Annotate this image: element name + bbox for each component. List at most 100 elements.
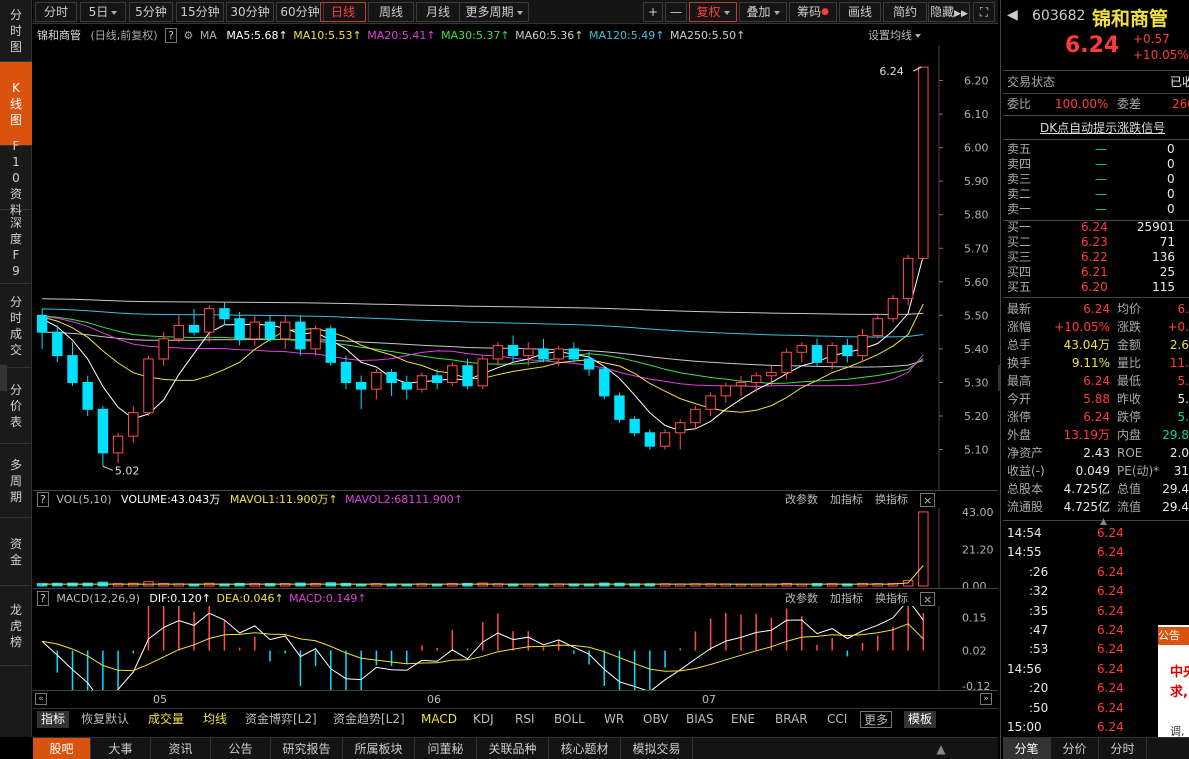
bid-level[interactable]: 买三 6.22 136	[1007, 250, 1187, 265]
sidebar-collapse-handle[interactable]	[0, 365, 7, 391]
candle-body	[219, 308, 230, 320]
period-fenshi[interactable]: 分时	[35, 2, 77, 22]
ind-ene[interactable]: ENE	[731, 711, 755, 728]
scroll-left-icon[interactable]: «	[35, 693, 47, 705]
vol-close-icon[interactable]: ×	[920, 493, 936, 507]
period-5day[interactable]: 5日	[80, 2, 126, 22]
hide-button[interactable]: 隐藏▶▶	[928, 2, 970, 22]
bid-level[interactable]: 买五 6.20 115	[1007, 280, 1187, 295]
tab-f10[interactable]: F10资料	[0, 139, 32, 217]
macd-close-icon[interactable]: ×	[920, 592, 936, 606]
tab-events[interactable]: 大事	[91, 738, 151, 759]
ind-bias[interactable]: BIAS	[686, 711, 714, 728]
simple-mode-button[interactable]: 简约	[883, 2, 927, 22]
y-tick-label: 5.30	[964, 376, 989, 389]
period-monthly[interactable]: 月线	[416, 2, 460, 22]
macd-swap-indicator[interactable]: 换指标	[875, 592, 908, 606]
ask-level[interactable]: 卖三 — 0	[1007, 172, 1187, 187]
tab-capital[interactable]: 资金	[0, 518, 32, 586]
ind-cci[interactable]: CCI	[827, 711, 847, 728]
tab-ask-board[interactable]: 问董秘	[415, 738, 477, 759]
ind-boll[interactable]: BOLL	[554, 711, 585, 728]
ask-level[interactable]: 卖五 — 0	[1007, 142, 1187, 157]
ind-kdj[interactable]: KDJ	[473, 711, 494, 728]
restore-default[interactable]: 恢复默认	[81, 711, 129, 728]
ind-rsi[interactable]: RSI	[515, 711, 535, 728]
fuquan-button[interactable]: 复权	[689, 2, 737, 22]
tab-dragon-tiger[interactable]: 龙虎榜	[0, 586, 32, 666]
period-15min[interactable]: 15分钟	[176, 2, 224, 22]
overlay-button[interactable]: 叠加	[739, 2, 787, 22]
scroll-right-icon[interactable]: »	[980, 693, 992, 705]
period-more[interactable]: 更多周期	[459, 2, 529, 22]
macd-add-indicator[interactable]: 加指标	[830, 592, 863, 606]
ind-capital-trend[interactable]: 资金趋势[L2]	[333, 711, 405, 728]
ind-macd[interactable]: MACD	[421, 711, 457, 728]
ind-template[interactable]: 模板	[904, 711, 937, 728]
tab-related[interactable]: 关联品种	[477, 738, 549, 759]
ind-wr[interactable]: WR	[604, 711, 624, 728]
tab-depth-f9[interactable]: 深度F9	[0, 210, 32, 284]
volume-chart[interactable]: 43.00 21.20 0.00	[33, 508, 998, 588]
ma-settings-button[interactable]: 设置均线	[868, 29, 921, 43]
draw-line-button[interactable]: 画线	[839, 2, 881, 22]
ind-volume[interactable]: 成交量	[148, 711, 184, 728]
tab-sim-trade[interactable]: 模拟交易	[621, 738, 693, 759]
stat-label: 今开	[1007, 392, 1032, 406]
x-tick: 07	[702, 693, 716, 706]
tab-kline[interactable]: K线图	[0, 62, 32, 146]
ind-ma[interactable]: 均线	[203, 711, 227, 728]
collapse-up-icon[interactable]: ▲	[933, 741, 949, 757]
tab-trade-detail[interactable]: 分时成交	[0, 284, 32, 368]
period-5min[interactable]: 5分钟	[129, 2, 173, 22]
period-daily[interactable]: 日线	[320, 2, 366, 22]
bid-level[interactable]: 买二 6.23 71	[1007, 235, 1187, 250]
ind-more[interactable]: 更多	[860, 711, 893, 728]
stat-value: 9.11%	[1071, 356, 1110, 370]
tab-fenshi[interactable]: 分时图	[0, 0, 32, 62]
vol-change-param[interactable]: 改参数	[785, 493, 818, 507]
help-button[interactable]: ?	[37, 591, 49, 606]
tab-theme[interactable]: 核心题材	[549, 738, 621, 759]
indicator-label[interactable]: 指标	[37, 711, 70, 728]
help-button[interactable]: ?	[165, 28, 177, 43]
macd-change-param[interactable]: 改参数	[785, 592, 818, 606]
zoom-out-button[interactable]: —	[665, 2, 687, 22]
tab-price-vol[interactable]: 分价	[1051, 738, 1099, 759]
macd-chart[interactable]: 0.15 0.02 -0.12	[33, 606, 998, 690]
kline-chart[interactable]: 5.10 5.20 5.30 5.40 5.50 5.60 5.70 5.80 5.90 6.00…	[33, 45, 998, 490]
stat-row: 总手 43.04万 金额 2.6	[1007, 336, 1189, 354]
fullscreen-button[interactable]: ⛶	[973, 2, 995, 22]
period-weekly[interactable]: 周线	[368, 2, 414, 22]
ind-obv[interactable]: OBV	[643, 711, 669, 728]
ask-level[interactable]: 卖一 — 0	[1007, 202, 1187, 217]
chips-button[interactable]: 筹码●	[789, 2, 837, 22]
gear-icon[interactable]: ⚙	[183, 29, 193, 42]
prev-stock-icon[interactable]: ◀	[1007, 7, 1018, 23]
ind-capital-game[interactable]: 资金博弈[L2]	[245, 711, 317, 728]
ask-level[interactable]: 卖四 — 0	[1007, 157, 1187, 172]
ind-brar[interactable]: BRAR	[775, 711, 808, 728]
tab-notices[interactable]: 公告	[211, 738, 271, 759]
bid-level[interactable]: 买一 6.24 25901	[1007, 220, 1187, 235]
period-30min[interactable]: 30分钟	[226, 2, 274, 22]
vol-add-indicator[interactable]: 加指标	[830, 493, 863, 507]
zoom-in-button[interactable]: +	[643, 2, 663, 22]
tab-intraday[interactable]: 分时	[1099, 738, 1147, 759]
help-button[interactable]: ?	[37, 492, 49, 507]
candle-body	[796, 345, 807, 353]
tab-news[interactable]: 资讯	[151, 738, 211, 759]
vol-swap-indicator[interactable]: 换指标	[875, 493, 908, 507]
tab-research[interactable]: 研究报告	[271, 738, 343, 759]
ask-level[interactable]: 卖二 — 0	[1007, 187, 1187, 202]
bid-level[interactable]: 买四 6.21 25	[1007, 265, 1187, 280]
news-popup[interactable]: 公告 中央 求, 调,	[1158, 625, 1189, 738]
tab-ticks[interactable]: 分笔	[1003, 738, 1051, 759]
tab-sector[interactable]: 所属板块	[343, 738, 415, 759]
candle-body	[811, 345, 823, 363]
period-60min[interactable]: 60分钟	[276, 2, 324, 22]
tab-guba[interactable]: 股吧	[33, 738, 91, 759]
dk-signal-link[interactable]: DK点自动提示涨跌信号	[1040, 119, 1165, 136]
tab-multi-period[interactable]: 多周期	[0, 444, 32, 518]
candle-body	[568, 348, 580, 360]
